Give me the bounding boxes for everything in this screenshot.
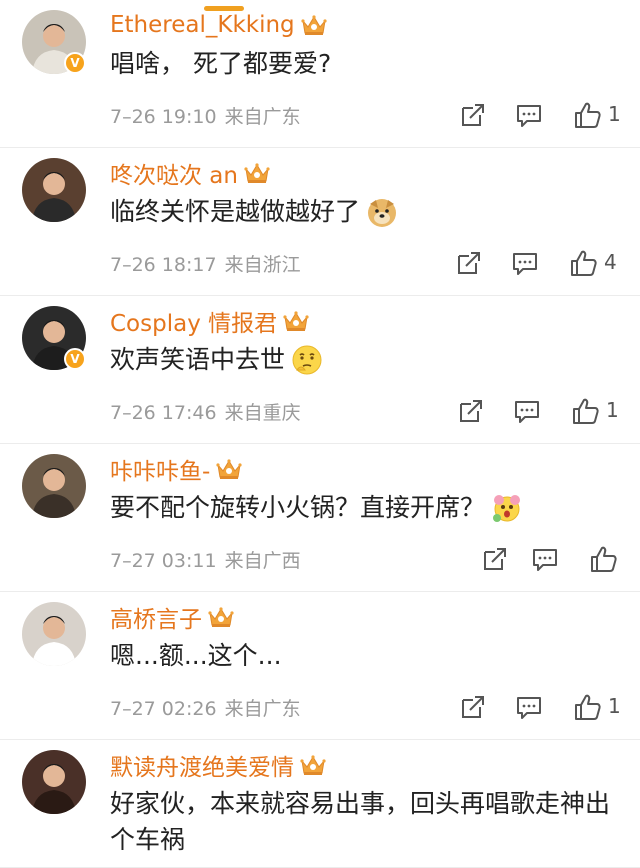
repost-icon[interactable]	[458, 100, 488, 130]
like-count: 1	[606, 398, 619, 422]
comment-item: 咚次哒次 an 临终关怀是越做越好了 7–26 18:17 来自浙江 4	[0, 148, 640, 296]
verified-badge-icon: V	[64, 348, 86, 370]
comment-location: 来自广东	[224, 106, 301, 128]
flower-face-emoji	[491, 492, 523, 524]
comment-icon[interactable]	[510, 248, 540, 278]
crown-icon	[208, 605, 234, 629]
comment-meta: 7–26 18:17 来自浙江 4	[110, 240, 640, 292]
comment-time: 7–27 02:26	[110, 698, 217, 720]
username[interactable]: Ethereal_Kkking	[110, 12, 295, 38]
comment-text: 临终关怀是越做越好了	[110, 197, 361, 226]
like-count: 1	[608, 102, 621, 126]
like-icon[interactable]	[572, 100, 602, 130]
username[interactable]: 默读舟渡绝美爱情	[110, 748, 294, 782]
comment-text-row: 唱啥， 死了都要爱?	[110, 46, 640, 82]
comment-icon[interactable]	[512, 396, 542, 426]
comment-text-row: 要不配个旋转小火锅？直接开席？	[110, 490, 640, 526]
repost-icon[interactable]	[454, 248, 484, 278]
comment-item: V Ethereal_Kkking 唱啥， 死了都要爱? 7–26 19:10 来…	[0, 0, 640, 148]
comment-item: 默读舟渡绝美爱情 好家伙，本来就容易出事，回头再唱歌走神出个车祸	[0, 740, 640, 868]
like-icon[interactable]	[568, 248, 598, 278]
repost-icon[interactable]	[456, 396, 486, 426]
avatar[interactable]	[22, 454, 86, 518]
crown-icon	[283, 309, 309, 333]
username[interactable]: 咔咔咔鱼-	[110, 452, 210, 486]
comment-location: 来自广东	[224, 698, 301, 720]
thinking-emoji	[291, 344, 323, 376]
comment-meta: 7–27 02:26 来自广东 1	[110, 684, 640, 736]
comment-location: 来自浙江	[224, 254, 301, 276]
comment-text: 欢声笑语中去世	[110, 345, 286, 374]
username[interactable]: Cosplay 情报君	[110, 304, 277, 338]
comment-text-row: 好家伙，本来就容易出事，回头再唱歌走神出个车祸	[110, 786, 640, 858]
comment-icon[interactable]	[514, 692, 544, 722]
repost-icon[interactable]	[480, 544, 510, 574]
comment-icon[interactable]	[514, 100, 544, 130]
like-icon[interactable]	[570, 396, 600, 426]
comment-text-row: 临终关怀是越做越好了	[110, 194, 640, 230]
avatar[interactable]	[22, 602, 86, 666]
comment-time: 7–26 19:10	[110, 106, 217, 128]
comment-meta: 7–26 19:10 来自广东 1	[110, 92, 640, 144]
repost-icon[interactable]	[458, 692, 488, 722]
comment-location: 来自重庆	[224, 402, 301, 424]
avatar[interactable]	[22, 750, 86, 814]
verified-badge-icon: V	[64, 52, 86, 74]
comment-text-row: 嗯...额...这个...	[110, 638, 640, 674]
crown-icon	[301, 13, 327, 37]
comment-icon[interactable]	[530, 544, 560, 574]
comment-item: V Cosplay 情报君 欢声笑语中去世 7–26 17:46 来自重庆 1	[0, 296, 640, 444]
comment-text: 要不配个旋转小火锅？直接开席？	[110, 493, 486, 522]
comment-text-row: 欢声笑语中去世	[110, 342, 640, 378]
username[interactable]: 咚次哒次 an	[110, 156, 238, 190]
comment-time: 7–26 18:17	[110, 254, 217, 276]
like-icon[interactable]	[588, 544, 618, 574]
comment-text: 嗯...额...这个...	[110, 641, 282, 670]
username[interactable]: 高桥言子	[110, 600, 202, 634]
crown-icon	[244, 161, 270, 185]
crown-icon	[300, 753, 326, 777]
avatar[interactable]	[22, 158, 86, 222]
doge-emoji	[366, 196, 398, 228]
comment-time: 7–27 03:11	[110, 550, 217, 572]
like-icon[interactable]	[572, 692, 602, 722]
comment-text: 好家伙，本来就容易出事，回头再唱歌走神出个车祸	[110, 789, 611, 854]
crown-icon	[216, 457, 242, 481]
like-count: 4	[604, 250, 617, 274]
comment-list: V Ethereal_Kkking 唱啥， 死了都要爱? 7–26 19:10 来…	[0, 0, 640, 868]
like-count: 1	[608, 694, 621, 718]
comment-meta: 7–26 17:46 来自重庆 1	[110, 388, 640, 440]
comment-time: 7–26 17:46	[110, 402, 217, 424]
comment-item: 高桥言子 嗯...额...这个... 7–27 02:26 来自广东 1	[0, 592, 640, 740]
comment-item: 咔咔咔鱼- 要不配个旋转小火锅？直接开席？ 7–27 03:11 来自广西	[0, 444, 640, 592]
comment-location: 来自广西	[224, 550, 301, 572]
comment-meta: 7–27 03:11 来自广西	[110, 536, 640, 588]
comment-text: 唱啥， 死了都要爱?	[110, 49, 332, 78]
